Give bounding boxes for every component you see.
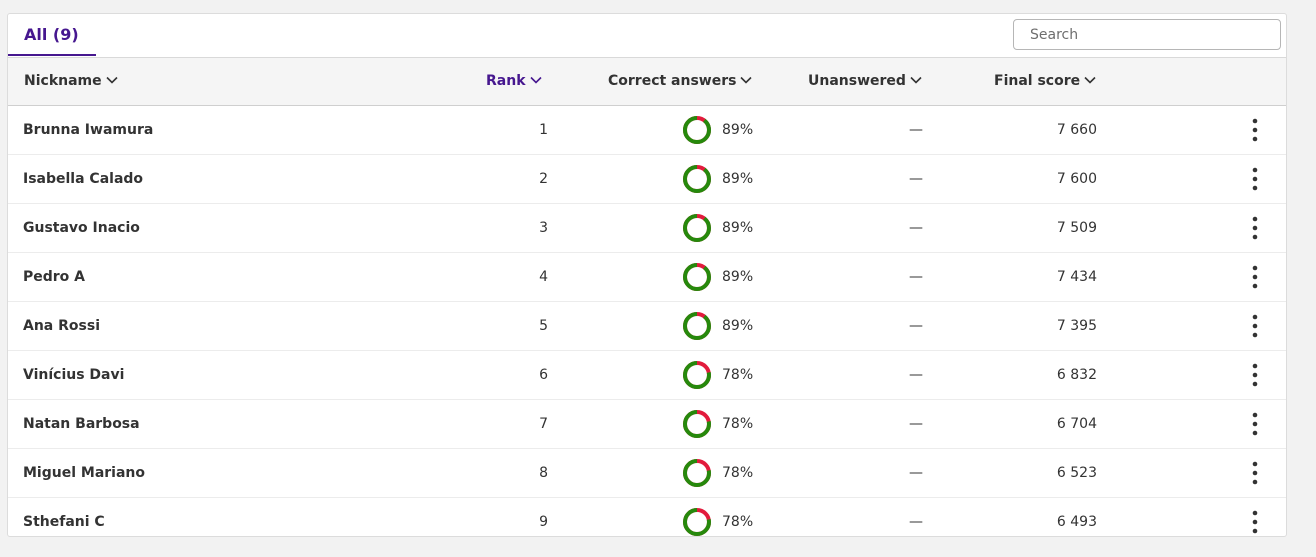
player-rank: 8: [539, 465, 548, 481]
player-rank: 6: [539, 367, 548, 383]
more-options-icon[interactable]: [1245, 215, 1265, 241]
more-options-icon[interactable]: [1245, 509, 1265, 535]
correct-answers-donut: [682, 262, 712, 292]
correct-answers-percent: 78%: [722, 416, 754, 432]
player-nickname: Ana Rossi: [23, 318, 100, 334]
correct-share-arc: [683, 312, 711, 340]
correct-share-arc: [683, 165, 711, 193]
player-rank: 2: [539, 171, 548, 187]
player-nickname: Sthefani C: [23, 514, 105, 530]
unanswered-value: —: [909, 122, 923, 138]
final-score-value: 6 704: [1056, 416, 1097, 432]
final-score-value: 7 434: [1056, 269, 1097, 285]
final-score-value: 6 523: [1056, 465, 1097, 481]
player-nickname: Pedro A: [23, 269, 86, 285]
correct-answers-percent: 89%: [722, 269, 754, 285]
unanswered-value: —: [909, 514, 923, 530]
more-options-icon[interactable]: [1245, 313, 1265, 339]
correct-share-arc: [683, 116, 711, 144]
correct-answers-donut: [682, 213, 712, 243]
player-rank: 7: [539, 416, 548, 432]
final-score-value: 7 509: [1056, 220, 1097, 236]
player-rank: 3: [539, 220, 548, 236]
table-row[interactable]: Natan Barbosa 7 78% — 6 704: [8, 400, 1286, 449]
more-options-icon[interactable]: [1245, 411, 1265, 437]
player-rank: 5: [539, 318, 548, 334]
column-header-unanswered[interactable]: Unanswered: [808, 58, 923, 105]
correct-answers-donut: [682, 409, 712, 439]
final-score-value: 7 600: [1056, 171, 1097, 187]
correct-answers-percent: 89%: [722, 122, 754, 138]
panel-toolbar: All (9): [8, 14, 1286, 58]
table-header: Nickname Rank Correct answers Unanswered…: [8, 58, 1286, 106]
unanswered-value: —: [909, 269, 923, 285]
correct-answers-percent: 78%: [722, 367, 754, 383]
final-score-value: 7 660: [1056, 122, 1097, 138]
column-header-label: Unanswered: [808, 73, 906, 89]
player-rank: 1: [539, 122, 548, 138]
correct-answers-donut: [682, 311, 712, 341]
correct-answers-donut: [682, 164, 712, 194]
correct-answers-percent: 89%: [722, 318, 754, 334]
table-row[interactable]: Miguel Mariano 8 78% — 6 523: [8, 449, 1286, 498]
column-header-final-score[interactable]: Final score: [994, 58, 1097, 105]
more-options-icon[interactable]: [1245, 264, 1265, 290]
correct-answers-percent: 78%: [722, 465, 754, 481]
correct-answers-percent: 89%: [722, 220, 754, 236]
unanswered-value: —: [909, 367, 923, 383]
column-header-nickname[interactable]: Nickname: [24, 58, 119, 105]
player-nickname: Brunna Iwamura: [23, 122, 154, 138]
table-body: Brunna Iwamura 1 89% — 7 660 Isabella Calado 2…: [8, 106, 1286, 536]
player-rank: 9: [539, 514, 548, 530]
chevron-down-icon: [106, 76, 118, 84]
final-score-value: 7 395: [1056, 318, 1097, 334]
more-options-icon[interactable]: [1245, 362, 1265, 388]
player-rank: 4: [539, 269, 548, 285]
unanswered-value: —: [909, 416, 923, 432]
column-header-label: Rank: [486, 73, 526, 89]
table-row[interactable]: Isabella Calado 2 89% — 7 600: [8, 155, 1286, 204]
unanswered-value: —: [909, 171, 923, 187]
player-nickname: Vinícius Davi: [23, 367, 125, 383]
correct-answers-donut: [682, 507, 712, 536]
table-row[interactable]: Pedro A 4 89% — 7 434: [8, 253, 1286, 302]
table-row[interactable]: Sthefani C 9 78% — 6 493: [8, 498, 1286, 536]
more-options-icon[interactable]: [1245, 460, 1265, 486]
correct-answers-donut: [682, 115, 712, 145]
correct-answers-percent: 89%: [722, 171, 754, 187]
player-nickname: Gustavo Inacio: [23, 220, 140, 236]
unanswered-value: —: [909, 318, 923, 334]
column-header-label: Correct answers: [608, 73, 737, 89]
final-score-value: 6 493: [1056, 514, 1097, 530]
more-options-icon[interactable]: [1245, 117, 1265, 143]
table-row[interactable]: Vinícius Davi 6 78% — 6 832: [8, 351, 1286, 400]
search-input[interactable]: [1013, 19, 1281, 50]
column-header-rank[interactable]: Rank: [486, 58, 543, 105]
player-nickname: Natan Barbosa: [23, 416, 140, 432]
unanswered-value: —: [909, 220, 923, 236]
column-header-correct-answers[interactable]: Correct answers: [608, 58, 753, 105]
players-panel: All (9) Nickname Rank Correct answers Un…: [7, 13, 1287, 537]
column-header-label: Nickname: [24, 73, 102, 89]
player-nickname: Isabella Calado: [23, 171, 144, 187]
chevron-down-icon: [740, 76, 753, 84]
correct-answers-percent: 78%: [722, 514, 754, 530]
table-row[interactable]: Brunna Iwamura 1 89% — 7 660: [8, 106, 1286, 155]
correct-answers-donut: [682, 458, 712, 488]
table-row[interactable]: Gustavo Inacio 3 89% — 7 509: [8, 204, 1286, 253]
chevron-down-icon: [529, 76, 542, 84]
correct-share-arc: [683, 263, 711, 291]
tab-all[interactable]: All (9): [8, 14, 96, 56]
unanswered-value: —: [909, 465, 923, 481]
correct-answers-donut: [682, 360, 712, 390]
chevron-down-icon: [1084, 76, 1096, 84]
correct-share-arc: [683, 214, 711, 242]
chevron-down-icon: [910, 76, 922, 84]
more-options-icon[interactable]: [1245, 166, 1265, 192]
player-nickname: Miguel Mariano: [23, 465, 146, 481]
table-row[interactable]: Ana Rossi 5 89% — 7 395: [8, 302, 1286, 351]
column-header-label: Final score: [994, 73, 1081, 89]
final-score-value: 6 832: [1056, 367, 1097, 383]
